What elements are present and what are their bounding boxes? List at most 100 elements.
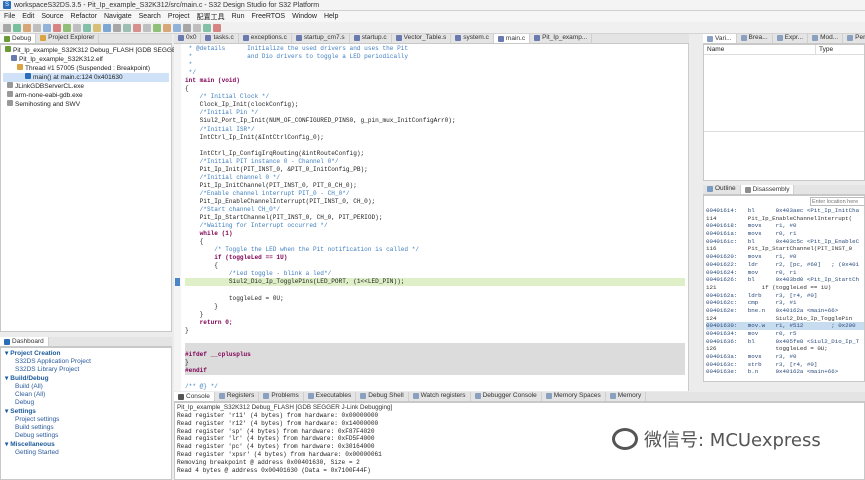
tree-node-icon xyxy=(25,73,31,79)
menu-item-0[interactable]: File xyxy=(4,13,15,20)
disassembly-panel: 00401614: bl 0x403aec <Pit_Ip_InitCha114… xyxy=(703,195,865,382)
dashboard-link[interactable]: Project settings xyxy=(5,416,167,424)
menu-item-2[interactable]: Source xyxy=(41,13,63,20)
toolbar-icon-17[interactable] xyxy=(173,23,181,32)
toolbar-icon-4[interactable] xyxy=(43,23,51,32)
disasm-line: 0040163a: movs r3, #0 xyxy=(706,353,797,361)
toolbar-icon-13[interactable] xyxy=(133,23,141,32)
menu-item-8[interactable]: Run xyxy=(232,13,245,20)
dashboard-link[interactable]: S32DS Application Project xyxy=(5,358,167,366)
tab-debug[interactable]: Debug xyxy=(0,34,37,43)
editor-tab[interactable]: Pit_Ip_examp... xyxy=(530,34,593,43)
tree-node-icon xyxy=(11,55,17,61)
tab-outline[interactable]: Outline xyxy=(703,185,741,194)
editor-tab[interactable]: startup_cm7.s xyxy=(292,34,350,43)
menu-item-10[interactable]: Window xyxy=(292,13,317,20)
editor-tab[interactable]: Vector_Table.s xyxy=(392,34,452,43)
dashboard-link[interactable]: Debug xyxy=(5,399,167,407)
bottom-tab[interactable]: Registers xyxy=(215,392,260,401)
menu-item-11[interactable]: Help xyxy=(324,13,338,20)
tab-project-explorer[interactable]: Project Explorer xyxy=(36,34,100,43)
dashboard-link[interactable]: Build (All) xyxy=(5,383,167,391)
dashboard-link[interactable]: Clean (All) xyxy=(5,391,167,399)
right-panel-tab[interactable]: Brea... xyxy=(737,34,773,43)
menu-item-3[interactable]: Refactor xyxy=(71,13,97,20)
bottom-tab[interactable]: Console xyxy=(174,392,215,401)
debug-tree-item[interactable]: arm-none-eabi-gdb.exe xyxy=(3,91,169,100)
editor-tab[interactable]: tasks.c xyxy=(201,34,239,43)
dashboard-link[interactable]: Getting Started xyxy=(5,449,167,457)
debug-tree-item[interactable]: Pit_Ip_example_S32K312.elf xyxy=(3,55,169,64)
right-panel-tab[interactable]: Peri... xyxy=(843,34,865,43)
bottom-tab[interactable]: Problems xyxy=(259,392,304,401)
editor-tab[interactable]: 0x0 xyxy=(174,34,202,43)
code-line: /* Initial Clock */ xyxy=(185,93,270,101)
code-line: * xyxy=(185,61,193,69)
editor-tab-label: Pit_Ip_examp... xyxy=(542,34,588,41)
editor-tab[interactable]: main.c xyxy=(493,34,531,43)
editor-tab[interactable]: startup.c xyxy=(350,34,392,43)
menu-item-5[interactable]: Search xyxy=(139,13,161,20)
toolbar-icon-14[interactable] xyxy=(143,23,151,32)
toolbar-icon-0[interactable] xyxy=(3,23,11,32)
right-panel-tab[interactable]: Expr... xyxy=(773,34,809,43)
disasm-line: 00401614: bl 0x403aec <Pit_Ip_InitCha xyxy=(706,207,860,214)
toolbar-icon-11[interactable] xyxy=(113,23,121,32)
bottom-tab[interactable]: Memory Spaces xyxy=(542,392,606,401)
debug-tree-item[interactable]: Thread #1 57005 (Suspended : Breakpoint) xyxy=(3,64,169,73)
code-line: /** @} */ xyxy=(185,383,218,391)
bottom-tab[interactable]: Watch registers xyxy=(409,392,471,401)
file-c-icon xyxy=(242,35,249,41)
toolbar-icon-8[interactable] xyxy=(83,23,91,32)
disasm-line: 0040161a: movs r0, r1 xyxy=(706,230,797,238)
disasm-line: 00401624: mov r0, r1 xyxy=(706,268,797,276)
editor-tab[interactable]: exceptions.c xyxy=(239,34,292,43)
bottom-tab[interactable]: Debug Shell xyxy=(356,392,409,401)
code-editor[interactable]: * @details Initialize the used drivers a… xyxy=(174,44,689,391)
right-panel-tab[interactable]: Vari... xyxy=(703,34,737,43)
code-line: Pit_Ip_Init(PIT_INST_0, &PIT_0_InitConfi… xyxy=(185,165,368,173)
toolbar-icon-2[interactable] xyxy=(23,23,31,32)
toolbar-icon-1[interactable] xyxy=(13,23,21,32)
toolbar-icon-19[interactable] xyxy=(193,23,201,32)
toolbar-icon-3[interactable] xyxy=(33,23,41,32)
toolbar-icon-20[interactable] xyxy=(203,23,211,32)
dashboard-section-label: Project Creation xyxy=(10,350,61,357)
editor-tab[interactable]: system.c xyxy=(451,34,494,43)
disasm-line: 0040163c: strb r3, [r4, #0] xyxy=(706,360,818,368)
debug-tree-item[interactable]: JLinkGDBServerCL.exe xyxy=(3,82,169,91)
disasm-location-input[interactable] xyxy=(810,197,864,206)
debug-tree-item[interactable]: Semihosting and SWV xyxy=(3,100,169,109)
debug-tree-item[interactable]: main() at main.c:124 0x401630 xyxy=(3,73,169,82)
menu-item-6[interactable]: Project xyxy=(168,13,190,20)
toolbar-icon-12[interactable] xyxy=(123,23,131,32)
bottom-tab[interactable]: Executables xyxy=(304,392,357,401)
toolbar-icon-16[interactable] xyxy=(163,23,171,32)
file-c-icon xyxy=(497,35,504,42)
toolbar-icon-21[interactable] xyxy=(213,23,221,32)
toolbar-icon-18[interactable] xyxy=(183,23,191,32)
bottom-tab[interactable]: Memory xyxy=(606,392,647,401)
tab-disassembly[interactable]: Disassembly xyxy=(740,185,795,194)
right-panel-tab-label: Brea... xyxy=(748,34,768,41)
tab-dashboard[interactable]: Dashboard xyxy=(0,337,49,346)
menu-item-7[interactable]: 配置工具 xyxy=(197,12,225,22)
toolbar-icon-6[interactable] xyxy=(63,23,71,32)
bottom-tab[interactable]: Debugger Console xyxy=(471,392,542,401)
right-panel-tab-label: Expr... xyxy=(784,34,804,41)
dashboard-link[interactable]: Build settings xyxy=(5,424,167,432)
toolbar-icon-9[interactable] xyxy=(93,23,101,32)
dashboard-link[interactable]: S32DS Library Project xyxy=(5,366,167,374)
view-icon xyxy=(776,35,783,41)
menu-item-4[interactable]: Navigate xyxy=(104,13,132,20)
debug-tree-item[interactable]: Pit_Ip_example_S32K312 Debug_FLASH [GDB … xyxy=(3,46,181,55)
code-line: /*Enable channel interrupt PIT_0 - CH_0*… xyxy=(185,189,350,197)
toolbar-icon-10[interactable] xyxy=(103,23,111,32)
toolbar-icon-15[interactable] xyxy=(153,23,161,32)
toolbar-icon-7[interactable] xyxy=(73,23,81,32)
right-panel-tab[interactable]: Mod... xyxy=(808,34,844,43)
menu-item-9[interactable]: FreeRTOS xyxy=(251,13,285,20)
toolbar-icon-5[interactable] xyxy=(53,23,61,32)
menu-item-1[interactable]: Edit xyxy=(22,13,34,20)
dashboard-link[interactable]: Debug settings xyxy=(5,432,167,440)
